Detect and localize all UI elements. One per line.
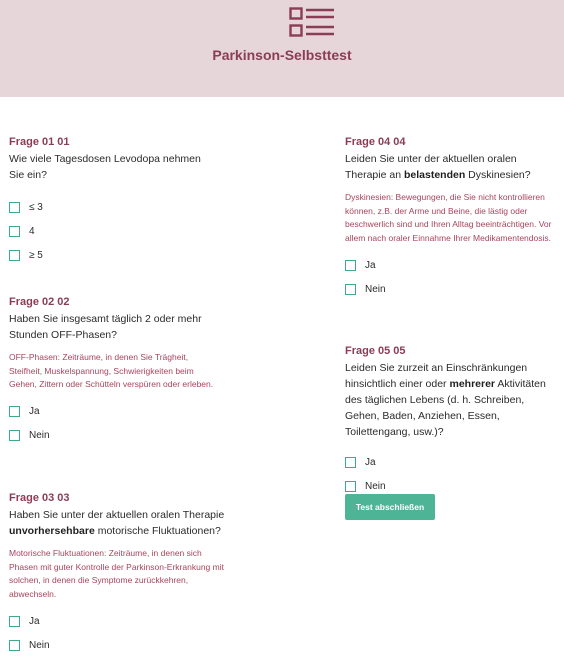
page-title: Parkinson-Selbsttest bbox=[212, 47, 352, 63]
option-nein[interactable]: Nein bbox=[9, 633, 227, 657]
question-text: Leiden Sie unter der aktuellen oralen Th… bbox=[345, 153, 531, 181]
question-title: Frage 03 03 bbox=[9, 492, 70, 504]
checkbox[interactable] bbox=[9, 225, 20, 237]
option-label: ≤ 3 bbox=[29, 201, 43, 213]
question-5: Frage 05 05 Leiden Sie zurzeit an Einsch… bbox=[345, 345, 559, 498]
option-ja[interactable]: Ja bbox=[9, 609, 227, 633]
question-title: Frage 02 02 bbox=[9, 296, 70, 308]
question-text: Leiden Sie zurzeit an Einschränkungen hi… bbox=[345, 362, 546, 438]
option-ja[interactable]: Ja bbox=[345, 450, 559, 474]
option-label: Nein bbox=[365, 283, 386, 295]
option-label: Nein bbox=[29, 430, 50, 441]
page-header: Parkinson-Selbsttest bbox=[0, 0, 564, 97]
option-ja[interactable]: Ja bbox=[345, 253, 557, 277]
option-nein[interactable]: Nein bbox=[9, 424, 219, 448]
option-label: Ja bbox=[29, 615, 40, 627]
option-label: 4 bbox=[29, 225, 35, 237]
question-hint: Dyskinesien: Bewegungen, die Sie nicht k… bbox=[345, 192, 552, 243]
option-le3[interactable]: ≤ 3 bbox=[9, 195, 214, 219]
checkbox[interactable] bbox=[345, 480, 356, 492]
options-list: Ja Nein bbox=[9, 609, 227, 657]
option-label: Ja bbox=[365, 259, 376, 271]
option-label: Ja bbox=[29, 406, 40, 417]
list-form-icon bbox=[289, 7, 334, 37]
question-text: Wie viele Tagesdosen Levodopa nehmen Sie… bbox=[9, 153, 201, 181]
options-list: Ja Nein bbox=[345, 253, 557, 301]
question-hint: OFF-Phasen: Zeiträume, in denen Sie Träg… bbox=[9, 352, 214, 389]
checkbox[interactable] bbox=[9, 639, 20, 651]
checkbox[interactable] bbox=[9, 249, 20, 261]
option-label: Nein bbox=[365, 480, 386, 492]
question-text: Haben Sie insgesamt täglich 2 oder mehr … bbox=[9, 313, 202, 341]
option-label: ≥ 5 bbox=[29, 249, 43, 261]
checkbox[interactable] bbox=[9, 615, 20, 627]
option-nein[interactable]: Nein bbox=[345, 277, 557, 301]
option-label: Nein bbox=[29, 639, 50, 651]
checkbox[interactable] bbox=[345, 283, 356, 295]
question-1: Frage 01 01 Wie viele Tagesdosen Levodop… bbox=[9, 136, 214, 267]
question-title: Frage 01 01 bbox=[9, 136, 70, 148]
checkbox[interactable] bbox=[345, 259, 356, 271]
question-3: Frage 03 03 Haben Sie unter der aktuelle… bbox=[9, 492, 227, 657]
options-list: Ja Nein bbox=[345, 450, 559, 498]
checkbox[interactable] bbox=[345, 456, 356, 468]
question-4: Frage 04 04 Leiden Sie unter der aktuell… bbox=[345, 136, 557, 301]
checkbox[interactable] bbox=[9, 406, 20, 417]
question-hint: Motorische Fluktuationen: Zeiträume, in … bbox=[9, 548, 224, 599]
finish-test-button[interactable]: Test abschließen bbox=[345, 494, 435, 520]
option-4[interactable]: 4 bbox=[9, 219, 214, 243]
question-2: Frage 02 02 Haben Sie insgesamt täglich … bbox=[9, 296, 219, 448]
option-ja[interactable]: Ja bbox=[9, 400, 219, 424]
checkbox[interactable] bbox=[9, 430, 20, 441]
option-label: Ja bbox=[365, 456, 376, 468]
checkbox[interactable] bbox=[9, 201, 20, 213]
options-list: Ja Nein bbox=[9, 400, 219, 448]
question-text: Haben Sie unter der aktuellen oralen The… bbox=[9, 509, 225, 537]
question-title: Frage 05 05 bbox=[345, 345, 406, 357]
question-title: Frage 04 04 bbox=[345, 136, 406, 148]
options-list: ≤ 3 4 ≥ 5 bbox=[9, 195, 214, 267]
option-ge5[interactable]: ≥ 5 bbox=[9, 243, 214, 267]
